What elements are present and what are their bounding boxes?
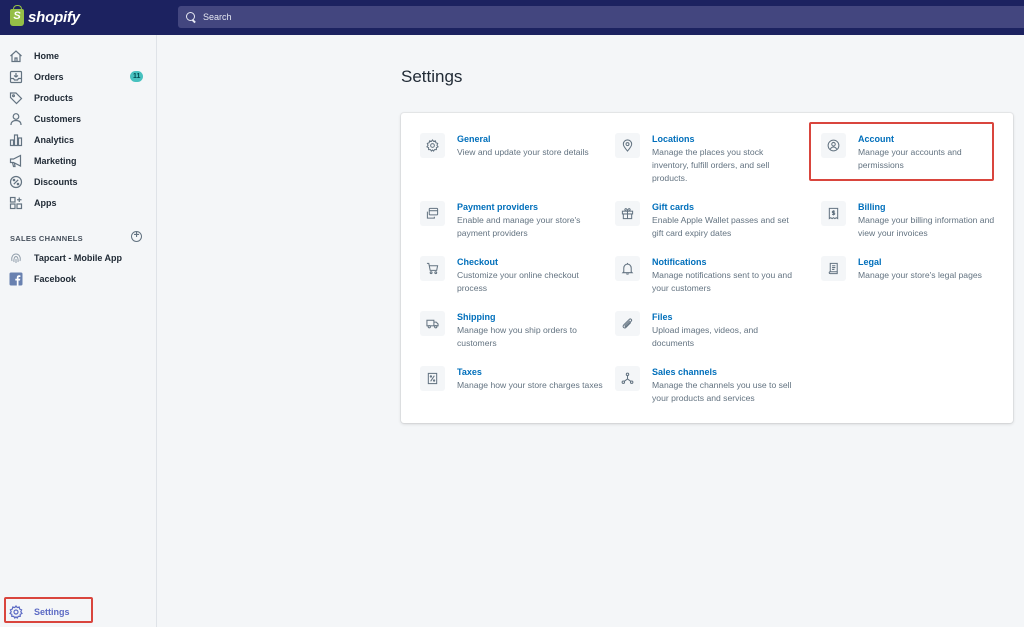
tile-description: Upload images, videos, and documents [652,325,759,348]
tag-icon [9,91,23,105]
settings-highlight-box [4,597,93,623]
fingerprint-icon [9,251,23,265]
sidebar-item-label: Tapcart - Mobile App [34,252,123,263]
sales-channels-heading: SALES CHANNELS [10,234,83,243]
home-icon [9,49,23,63]
brand-name: shopify [28,9,80,26]
bell-icon [615,256,640,281]
bar-chart-icon [9,133,23,147]
shopify-logo[interactable]: S shopify [0,0,157,35]
tile-description: Customize your online checkout process [457,270,579,293]
gear-icon [420,133,445,158]
settings-tile-taxes[interactable]: Taxes Manage how your store charges taxe… [420,366,607,392]
settings-tile-checkout[interactable]: Checkout Customize your online checkout … [420,256,607,295]
sidebar-item-label: Orders [34,71,64,82]
sidebar-item-label: Apps [34,197,57,208]
tile-description: Manage notifications sent to you and you… [652,270,792,293]
tile-title: General [457,134,491,144]
account-highlight-box [809,122,994,181]
tile-title: Legal [858,257,882,267]
tile-title: Payment providers [457,202,539,212]
person-icon [9,112,23,126]
sidebar-item-label: Customers [34,113,82,124]
add-sales-channel-icon[interactable]: + [131,231,142,242]
sidebar-item-label: Marketing [34,155,77,166]
tile-title: Checkout [457,257,499,267]
settings-tile-billing[interactable]: Billing Manage your billing information … [821,201,1008,240]
tile-description: Manage how your store charges taxes [457,380,603,390]
sidebar-item-apps[interactable]: Apps [0,192,156,213]
settings-tile-gift-cards[interactable]: Gift cards Enable Apple Wallet passes an… [615,201,802,240]
sidebar-item-facebook[interactable]: Facebook [0,268,156,289]
tile-description: Manage your billing information and view… [858,215,995,238]
sidebar: Home Orders 11 Products Customers Analyt… [0,35,157,627]
settings-tile-legal[interactable]: Legal Manage your store's legal pages [821,256,1008,282]
settings-tile-general[interactable]: General View and update your store detai… [420,133,607,159]
discount-icon [9,175,23,189]
tile-description: Manage your store's legal pages [858,270,982,280]
billing-icon [821,201,846,226]
facebook-icon [9,272,23,286]
settings-tile-payment-providers[interactable]: Payment providers Enable and manage your… [420,201,607,240]
payment-icon [420,201,445,226]
tile-title: Locations [652,134,695,144]
tile-title: Taxes [457,367,482,377]
tile-description: Enable and manage your store's payment p… [457,215,581,238]
channels-icon [615,366,640,391]
tile-title: Shipping [457,312,496,322]
tile-description: View and update your store details [457,147,589,157]
settings-tile-files[interactable]: Files Upload images, videos, and documen… [615,311,802,350]
sidebar-item-products[interactable]: Products [0,87,156,108]
sidebar-item-label: Facebook [34,273,77,284]
settings-tile-notifications[interactable]: Notifications Manage notifications sent … [615,256,802,295]
orders-count-badge: 11 [130,71,144,82]
tile-title: Gift cards [652,202,695,212]
megaphone-icon [9,154,23,168]
top-bar: S shopify Search [0,0,1024,35]
sidebar-item-home[interactable]: Home [0,45,156,66]
search-input[interactable]: Search [178,6,1024,28]
tile-description: Manage the channels you use to sell your… [652,380,792,403]
shopify-bag-icon: S [10,5,24,26]
sidebar-item-customers[interactable]: Customers [0,108,156,129]
search-icon [186,11,197,23]
gift-icon [615,201,640,226]
tile-description: Manage the places you stock inventory, f… [652,147,770,183]
settings-tile-sales-channels[interactable]: Sales channels Manage the channels you u… [615,366,802,405]
tile-title: Sales channels [652,367,718,377]
sidebar-item-marketing[interactable]: Marketing [0,150,156,171]
location-pin-icon [615,133,640,158]
search-placeholder: Search [203,12,232,22]
settings-tile-locations[interactable]: Locations Manage the places you stock in… [615,133,802,185]
tile-title: Files [652,312,673,322]
tile-description: Manage how you ship orders to customers [457,325,577,348]
tile-description: Enable Apple Wallet passes and set gift … [652,215,789,238]
orders-icon [9,70,23,84]
sidebar-item-label: Analytics [34,134,75,145]
page-title: Settings [401,67,463,86]
sidebar-item-tapcart[interactable]: Tapcart - Mobile App [0,247,156,268]
truck-icon [420,311,445,336]
tile-title: Billing [858,202,886,212]
tax-icon [420,366,445,391]
settings-tile-shipping[interactable]: Shipping Manage how you ship orders to c… [420,311,607,350]
cart-icon [420,256,445,281]
paperclip-icon [615,311,640,336]
apps-icon [9,196,23,210]
sidebar-item-discounts[interactable]: Discounts [0,171,156,192]
sidebar-item-label: Discounts [34,176,78,187]
tile-title: Notifications [652,257,707,267]
sidebar-item-label: Home [34,50,60,61]
legal-icon [821,256,846,281]
sidebar-item-analytics[interactable]: Analytics [0,129,156,150]
sidebar-item-orders[interactable]: Orders 11 [0,66,156,87]
sidebar-item-label: Products [34,92,74,103]
